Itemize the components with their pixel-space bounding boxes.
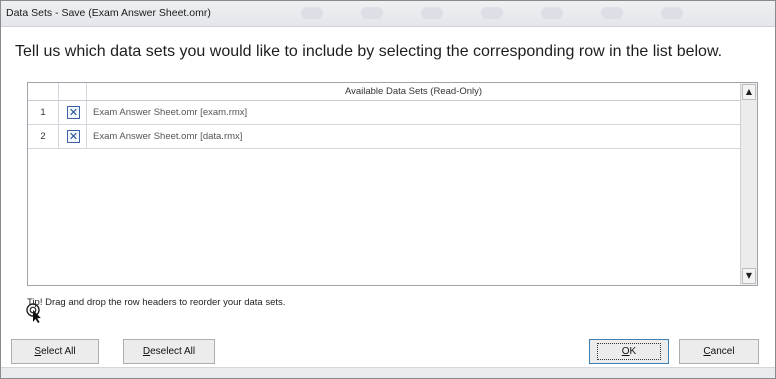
row-header[interactable]: 2 [28, 125, 59, 148]
cancel-button[interactable]: Cancel [679, 339, 759, 364]
row-checkbox-cell: ✕ [59, 125, 87, 148]
scroll-up-arrow-icon[interactable]: ▲ [742, 84, 756, 100]
window-title: Data Sets - Save (Exam Answer Sheet.omr) [6, 7, 211, 19]
select-all-label: elect All [41, 346, 76, 357]
row-checkbox-cell: ✕ [59, 101, 87, 124]
data-set-name: Exam Answer Sheet.omr [exam.rmx] [93, 107, 248, 118]
data-sets-grid[interactable]: Available Data Sets (Read-Only) 1 ✕ Exam… [27, 82, 758, 286]
ok-label: K [629, 346, 637, 357]
titlebar-decoration [301, 7, 323, 19]
deselect-all-button[interactable]: Deselect All [123, 339, 215, 364]
titlebar-decoration [541, 7, 563, 19]
dialog-body: Tell us which data sets you would like t… [1, 27, 775, 368]
title-bar[interactable]: Data Sets - Save (Exam Answer Sheet.omr) [1, 1, 775, 27]
titlebar-decoration [421, 7, 443, 19]
include-checkbox[interactable]: ✕ [67, 106, 80, 119]
table-row[interactable]: 1 ✕ Exam Answer Sheet.omr [exam.rmx] [28, 101, 740, 125]
select-all-button[interactable]: Select All [11, 339, 99, 364]
header-check-cell [59, 83, 87, 100]
cancel-mnemonic: C [703, 346, 711, 357]
header-row-number-cell [28, 83, 59, 100]
window-bottom-edge [1, 367, 775, 378]
table-row[interactable]: 2 ✕ Exam Answer Sheet.omr [data.rmx] [28, 125, 740, 149]
deselect-all-label: eselect All [150, 346, 196, 357]
titlebar-decoration [361, 7, 383, 19]
include-checkbox[interactable]: ✕ [67, 130, 80, 143]
column-header-available-data-sets: Available Data Sets (Read-Only) [344, 86, 483, 97]
instruction-text: Tell us which data sets you would like t… [15, 43, 723, 60]
deselect-all-mnemonic: D [142, 346, 151, 357]
cancel-label: ancel [710, 346, 735, 357]
grid-header: Available Data Sets (Read-Only) [28, 83, 740, 101]
ok-focus-rect: OK [596, 343, 662, 360]
vertical-scrollbar[interactable]: ▲ ▼ [740, 83, 757, 285]
scroll-down-arrow-icon[interactable]: ▼ [742, 268, 756, 284]
titlebar-decoration [661, 7, 683, 19]
tip-text: Tip! Drag and drop the row headers to re… [27, 297, 286, 308]
ok-mnemonic: O [621, 346, 630, 357]
row-header[interactable]: 1 [28, 101, 59, 124]
titlebar-decoration [601, 7, 623, 19]
data-sets-dialog: Data Sets - Save (Exam Answer Sheet.omr)… [0, 0, 776, 379]
titlebar-decoration [481, 7, 503, 19]
ok-button[interactable]: OK [589, 339, 669, 364]
data-set-name: Exam Answer Sheet.omr [data.rmx] [93, 131, 243, 142]
